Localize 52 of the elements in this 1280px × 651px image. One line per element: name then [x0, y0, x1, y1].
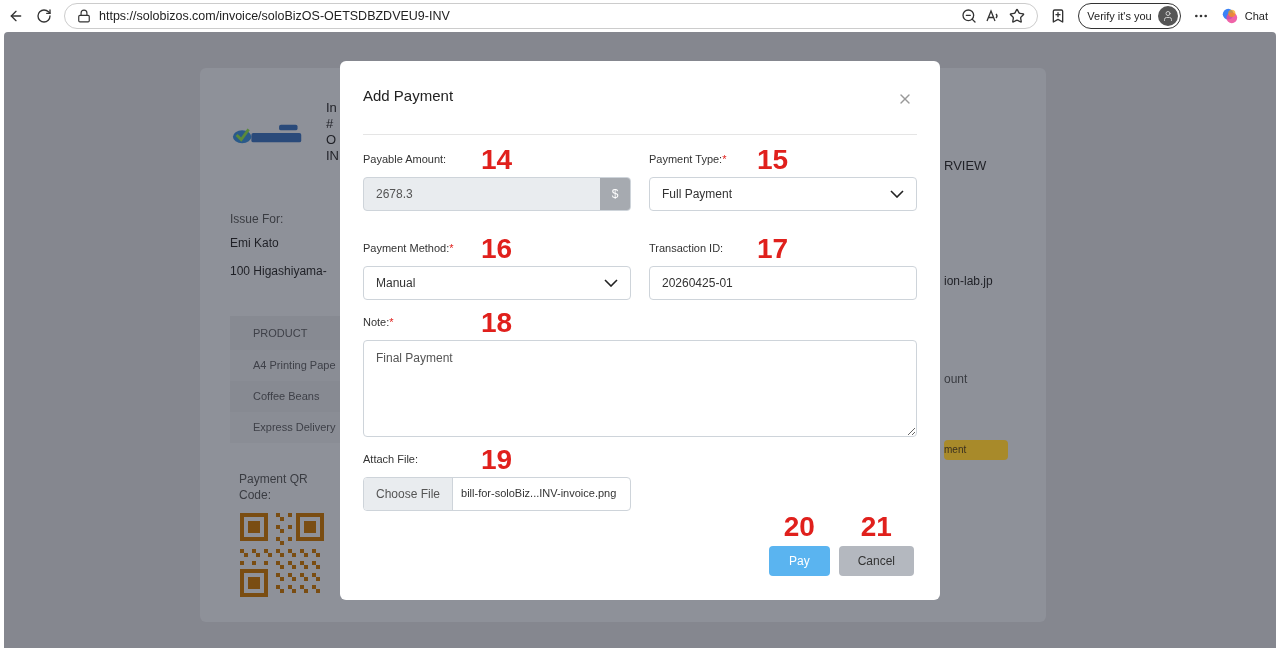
field-label: Note:*	[363, 315, 395, 330]
email-text: ion-lab.jp	[944, 272, 994, 290]
reload-icon[interactable]	[36, 8, 52, 24]
qr-label: Payment QR Code:	[239, 471, 309, 503]
input-field[interactable]: 20260425-01	[649, 265, 917, 300]
file-name: bill-for-soloBiz...INV-invoice.png	[460, 486, 618, 502]
annotation-number: 17	[757, 234, 789, 263]
field-label: Payment Method:*	[363, 241, 455, 256]
issue-for-label: Issue For:	[230, 211, 285, 228]
customer-address: 100 Higashiyama-	[230, 263, 327, 280]
invoice-title: IN	[326, 148, 339, 164]
invoice-title: #	[326, 116, 334, 132]
amount-value: 2678.3	[375, 185, 414, 203]
file-field[interactable]: Choose File bill-for-soloBiz...INV-invoice.png	[363, 476, 631, 511]
field-label: Attach File:	[363, 452, 420, 467]
annotation-number: 21	[860, 512, 892, 541]
annotation-number: 20	[783, 512, 815, 541]
note-textarea[interactable]: Final Payment	[363, 339, 917, 437]
field-label: Payable Amount:	[363, 152, 448, 167]
star-icon[interactable]	[1009, 8, 1026, 24]
customer-name: Emi Kato	[230, 235, 279, 252]
select-field[interactable]: Full Payment	[649, 176, 917, 211]
invoice-title: In	[326, 100, 337, 116]
choose-file-button[interactable]: Choose File	[364, 477, 454, 510]
overview-heading: RVIEW	[944, 157, 988, 175]
chevron-down-icon	[604, 278, 618, 287]
payment-button[interactable]: ment	[944, 439, 1008, 460]
annotation-number: 15	[757, 145, 789, 174]
annotation-number: 16	[481, 234, 513, 263]
field-label: Transaction ID:	[649, 241, 725, 256]
lock-icon	[77, 9, 91, 23]
back-icon[interactable]	[8, 8, 24, 24]
annotation-number: 18	[481, 308, 513, 337]
url-text: https://solobizos.com/invoice/soloBizOS-OETSDBZDVEU9-INV	[99, 7, 451, 25]
select-field[interactable]: Manual	[363, 265, 631, 300]
chevron-down-icon	[890, 189, 904, 198]
invoice-title: O	[326, 132, 337, 148]
table-cell: Coffee Beans	[230, 381, 340, 412]
chat-logo-icon	[1220, 7, 1239, 25]
cancel-button[interactable]: Cancel	[838, 545, 914, 576]
modal-title: Add Payment	[363, 86, 454, 106]
currency-addon: $	[600, 177, 630, 210]
zoom-out-icon[interactable]	[961, 8, 978, 24]
amount-label: ount	[944, 370, 969, 388]
table-cell: A4 Printing Pape	[230, 350, 340, 381]
field-label: Payment Type:*	[649, 152, 728, 167]
chat-button[interactable]: Chat	[1220, 7, 1272, 25]
table-header: PRODUCT	[230, 316, 340, 350]
avatar-icon	[1157, 6, 1178, 26]
annotation-number: 14	[481, 145, 513, 174]
table-cell: Express Delivery	[230, 412, 340, 443]
annotation-number: 19	[481, 445, 513, 474]
